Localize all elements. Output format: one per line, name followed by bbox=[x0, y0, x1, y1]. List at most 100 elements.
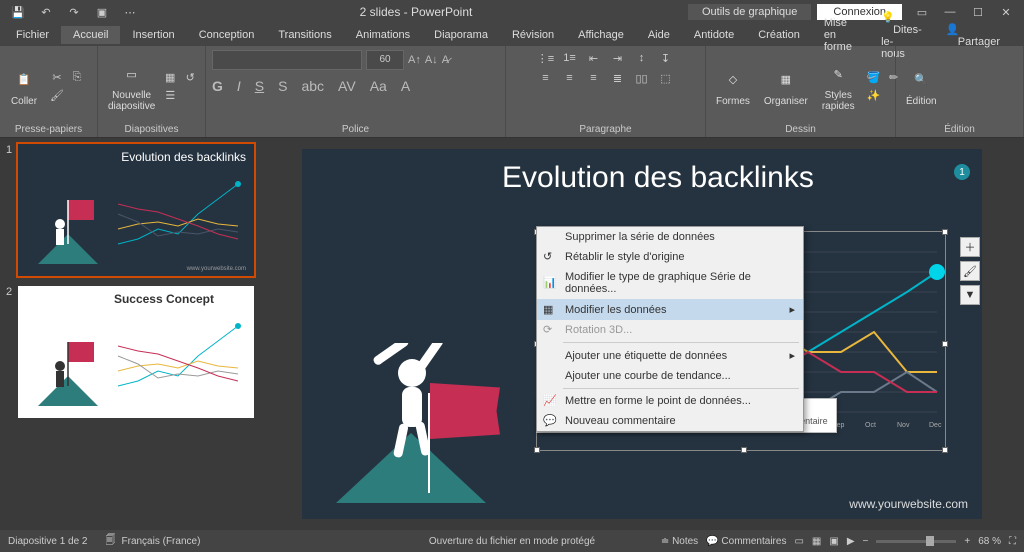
line-spacing-icon[interactable]: ↕ bbox=[631, 50, 653, 66]
font-color-icon[interactable]: A bbox=[401, 78, 410, 94]
fit-window-icon[interactable]: ⛶ bbox=[1009, 536, 1016, 547]
group-label: Édition bbox=[902, 122, 1017, 135]
increase-font-icon[interactable]: A↑ bbox=[408, 54, 421, 66]
decrease-font-icon[interactable]: A↓ bbox=[425, 54, 438, 66]
reading-view-icon[interactable]: ▣ bbox=[829, 536, 838, 547]
indent-left-icon[interactable]: ⇤ bbox=[583, 50, 605, 66]
columns-icon[interactable]: ▯▯ bbox=[631, 70, 653, 86]
slide-number: 2 bbox=[6, 286, 12, 418]
chart-elements-icon[interactable]: ＋ bbox=[960, 237, 980, 257]
window-title: 2 slides - PowerPoint bbox=[144, 5, 688, 19]
slide-thumbnails-panel[interactable]: 1 Evolution des backlinks bbox=[0, 138, 260, 530]
person-shape bbox=[362, 343, 462, 473]
shape-fill-icon[interactable]: 🪣 bbox=[865, 69, 883, 85]
slide-thumbnail-1[interactable]: Evolution des backlinks www.yourwe bbox=[18, 144, 254, 276]
slideshow-view-icon[interactable]: ▶ bbox=[847, 536, 855, 547]
format-icon: 📈 bbox=[543, 394, 557, 408]
chart-styles-icon[interactable]: 🖌 bbox=[960, 261, 980, 281]
reset-icon[interactable]: ↺ bbox=[181, 69, 199, 85]
ribbon: 📋 Coller ✂ ⎘ 🖌 Presse-papiers ▭ Nouvelle… bbox=[0, 46, 1024, 138]
menu-reset-style[interactable]: ↺Rétablir le style d'origine bbox=[537, 247, 803, 267]
chevron-right-icon: ▸ bbox=[789, 349, 795, 362]
italic-icon[interactable]: I bbox=[237, 78, 241, 94]
arrange-button[interactable]: ▦ Organiser bbox=[760, 64, 812, 109]
spell-icon[interactable]: 🗐 bbox=[106, 533, 116, 550]
more-icon[interactable]: ⋯ bbox=[116, 0, 144, 24]
normal-view-icon[interactable]: ▭ bbox=[794, 536, 803, 547]
format-painter-icon[interactable]: 🖌 bbox=[48, 87, 66, 103]
shapes-icon: ◇ bbox=[719, 66, 747, 94]
tab-review[interactable]: Révision bbox=[500, 26, 566, 44]
clear-format-icon[interactable]: A̷ bbox=[442, 54, 449, 66]
quick-styles-button[interactable]: ✎ Styles rapides bbox=[818, 58, 859, 114]
zoom-out-icon[interactable]: − bbox=[863, 536, 869, 547]
slideshow-icon[interactable]: ▣ bbox=[88, 0, 116, 24]
text-direction-icon[interactable]: ↧ bbox=[655, 50, 677, 66]
tab-file[interactable]: Fichier bbox=[4, 26, 61, 44]
slide-canvas[interactable]: Evolution des backlinks 1 www.yourwebsit… bbox=[302, 149, 982, 519]
redo-icon[interactable]: ↷ bbox=[60, 0, 88, 24]
language-indicator[interactable]: Français (France) bbox=[122, 536, 201, 547]
save-icon[interactable]: 💾 bbox=[4, 0, 32, 24]
tab-insert[interactable]: Insertion bbox=[120, 26, 186, 44]
numbering-icon[interactable]: 1≡ bbox=[559, 50, 581, 66]
shapes-button[interactable]: ◇ Formes bbox=[712, 64, 754, 109]
menu-add-data-label[interactable]: Ajouter une étiquette de données▸ bbox=[537, 345, 803, 366]
menu-new-comment[interactable]: 💬Nouveau commentaire bbox=[537, 411, 803, 431]
sorter-view-icon[interactable]: ▦ bbox=[812, 536, 821, 547]
menu-change-chart-type[interactable]: 📊Modifier le type de graphique Série de … bbox=[537, 267, 803, 299]
slide-counter[interactable]: Diapositive 1 de 2 bbox=[8, 536, 88, 547]
smartart-icon[interactable]: ⬚ bbox=[655, 70, 677, 86]
section-icon[interactable]: ☰ bbox=[161, 87, 179, 103]
tab-design[interactable]: Conception bbox=[187, 26, 267, 44]
tab-slideshow[interactable]: Diaporama bbox=[422, 26, 500, 44]
tab-home[interactable]: Accueil bbox=[61, 26, 120, 44]
comments-button[interactable]: 💬 Commentaires bbox=[706, 536, 786, 547]
align-center-icon[interactable]: ≡ bbox=[559, 70, 581, 86]
bold-icon[interactable]: G bbox=[212, 78, 223, 94]
editing-button[interactable]: 🔍 Édition bbox=[902, 64, 941, 109]
slide-title[interactable]: Evolution des backlinks bbox=[502, 161, 814, 195]
zoom-in-icon[interactable]: + bbox=[964, 536, 970, 547]
new-slide-button[interactable]: ▭ Nouvelle diapositive bbox=[104, 58, 159, 114]
paste-button[interactable]: 📋 Coller bbox=[6, 64, 42, 109]
underline-icon[interactable]: S bbox=[255, 78, 264, 94]
protected-view-notice[interactable]: Ouverture du fichier en mode protégé bbox=[429, 536, 595, 547]
website-text: www.yourwebsite.com bbox=[849, 497, 968, 511]
font-size-select[interactable]: 60 bbox=[366, 50, 404, 70]
zoom-level[interactable]: 68 % bbox=[978, 536, 1001, 547]
slide-thumbnail-2[interactable]: Success Concept bbox=[18, 286, 254, 418]
shape-effects-icon[interactable]: ✨ bbox=[865, 87, 883, 103]
font-family-select[interactable] bbox=[212, 50, 362, 70]
spacing-icon[interactable]: AV bbox=[338, 78, 356, 94]
contextual-tab-label[interactable]: Outils de graphique bbox=[688, 4, 811, 20]
align-right-icon[interactable]: ≡ bbox=[583, 70, 605, 86]
chart-filter-icon[interactable]: ▼ bbox=[960, 285, 980, 305]
tab-view[interactable]: Affichage bbox=[566, 26, 636, 44]
group-label: Police bbox=[212, 122, 499, 135]
tab-transitions[interactable]: Transitions bbox=[266, 26, 343, 44]
slide-number: 1 bbox=[6, 144, 12, 276]
justify-icon[interactable]: ≣ bbox=[607, 70, 629, 86]
align-left-icon[interactable]: ≡ bbox=[535, 70, 557, 86]
bullets-icon[interactable]: ⋮≡ bbox=[535, 50, 557, 66]
copy-icon[interactable]: ⎘ bbox=[68, 69, 86, 85]
indent-right-icon[interactable]: ⇥ bbox=[607, 50, 629, 66]
shadow-icon[interactable]: S bbox=[278, 78, 287, 94]
strike-icon[interactable]: abc bbox=[301, 78, 324, 94]
menu-delete-series[interactable]: Supprimer la série de données bbox=[537, 227, 803, 247]
tab-help[interactable]: Aide bbox=[636, 26, 682, 44]
slide-editor[interactable]: Evolution des backlinks 1 www.yourwebsit… bbox=[260, 138, 1024, 530]
tab-animations[interactable]: Animations bbox=[344, 26, 422, 44]
tab-creation[interactable]: Création bbox=[746, 26, 812, 44]
case-icon[interactable]: Aa bbox=[370, 78, 387, 94]
menu-edit-data[interactable]: ▦Modifier les données▸ bbox=[537, 299, 803, 320]
notes-button[interactable]: ≐ Notes bbox=[661, 536, 698, 547]
cut-icon[interactable]: ✂ bbox=[48, 69, 66, 85]
menu-format-data-point[interactable]: 📈Mettre en forme le point de données... bbox=[537, 391, 803, 411]
undo-icon[interactable]: ↶ bbox=[32, 0, 60, 24]
zoom-slider[interactable] bbox=[876, 540, 956, 543]
tab-antidote[interactable]: Antidote bbox=[682, 26, 746, 44]
menu-add-trendline[interactable]: Ajouter une courbe de tendance... bbox=[537, 366, 803, 386]
layout-icon[interactable]: ▦ bbox=[161, 69, 179, 85]
